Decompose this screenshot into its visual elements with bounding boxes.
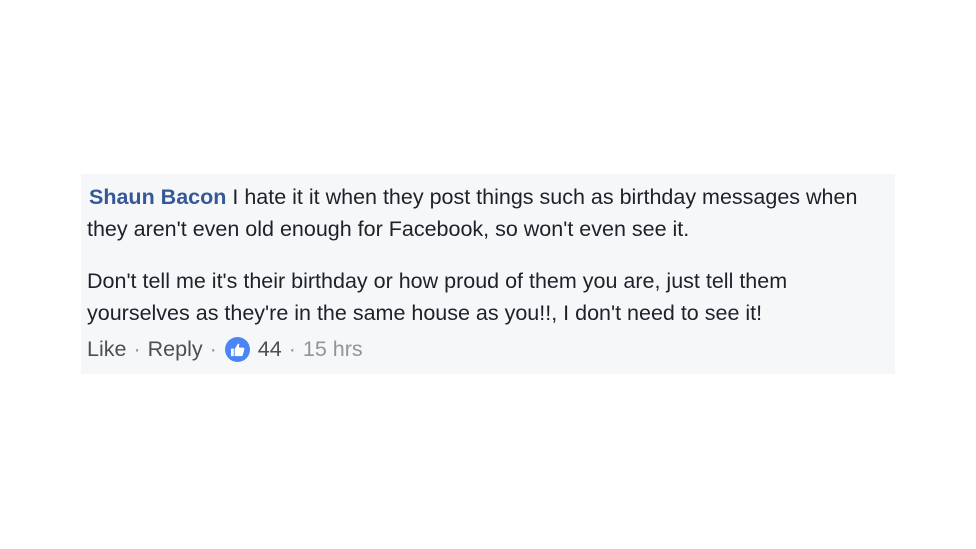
comment-timestamp[interactable]: 15 hrs: [303, 333, 363, 365]
comment: Shaun Bacon I hate it it when they post …: [81, 174, 895, 374]
comment-author-link[interactable]: Shaun Bacon: [89, 185, 226, 209]
comment-text-2: Don't tell me it's their birthday or how…: [87, 269, 788, 325]
separator: ·: [288, 337, 296, 361]
thumbs-up-icon[interactable]: [224, 336, 250, 362]
reaction-count[interactable]: 44: [258, 333, 282, 365]
comment-body-paragraph-2: Don't tell me it's their birthday or how…: [87, 265, 889, 329]
reply-button[interactable]: Reply: [148, 333, 203, 365]
separator: ·: [209, 337, 217, 361]
thumbs-up-glyph: [230, 343, 245, 356]
comment-actions: Like · Reply · 44 · 15 hrs: [87, 333, 889, 365]
like-button[interactable]: Like: [87, 333, 126, 365]
comment-body-paragraph-1: Shaun Bacon I hate it it when they post …: [87, 181, 889, 245]
separator: ·: [133, 337, 141, 361]
